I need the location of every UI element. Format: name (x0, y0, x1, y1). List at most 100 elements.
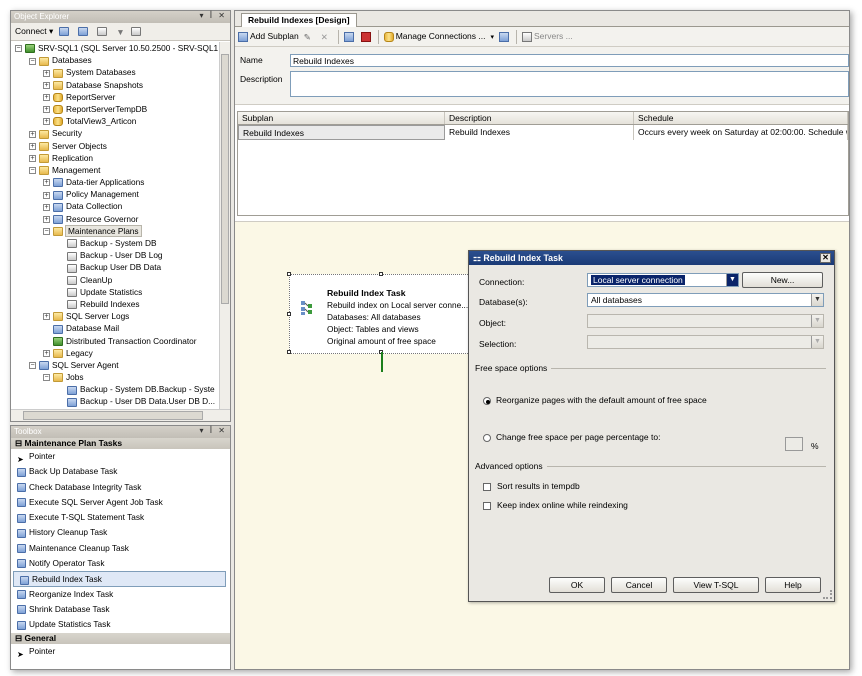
cell-subplan[interactable]: Rebuild Indexes (238, 125, 445, 140)
tree-node[interactable]: Rebuild Indexes (11, 298, 219, 310)
tree-node[interactable]: Backup User DB Data (11, 261, 219, 273)
toolbox-item[interactable]: Notify Operator Task (11, 556, 230, 571)
subplan-properties-icon[interactable] (343, 31, 354, 42)
tree-node[interactable]: + Data Collection (11, 200, 219, 212)
toolbox-group-maintenance[interactable]: ⊟ Maintenance Plan Tasks (11, 438, 230, 449)
view-tsql-button[interactable]: View T-SQL (673, 577, 759, 593)
toolbox-item[interactable]: Maintenance Cleanup Task (11, 541, 230, 556)
tree-node[interactable]: + System Databases (11, 66, 219, 78)
plan-name-field[interactable]: Rebuild Indexes (290, 54, 849, 67)
column-header-description[interactable]: Description (445, 112, 634, 124)
expand-icon[interactable]: + (29, 142, 36, 150)
expand-icon[interactable]: + (43, 118, 50, 126)
logging-icon[interactable] (498, 31, 509, 42)
servers-button[interactable]: Servers ... (521, 31, 573, 42)
ok-button[interactable]: OK (549, 577, 605, 593)
toolbox-item[interactable]: Shrink Database Task (11, 602, 230, 617)
expand-icon[interactable]: + (29, 155, 36, 162)
column-header-schedule[interactable]: Schedule (634, 112, 848, 124)
add-subplan-button[interactable]: Add Subplan (238, 31, 299, 42)
expand-icon[interactable]: + (43, 215, 50, 223)
tree-node[interactable]: + ReportServer (11, 91, 219, 103)
help-button[interactable]: Help (765, 577, 821, 593)
chevron-down-icon[interactable]: ▼ (811, 294, 823, 306)
toolbox-item[interactable]: ➤ Pointer (11, 644, 230, 659)
reorganize-default-radio[interactable]: Reorganize pages with the default amount… (483, 395, 707, 405)
tab-rebuild-indexes-design[interactable]: Rebuild Indexes [Design] (241, 13, 357, 27)
object-explorer-tree[interactable]: − SRV-SQL1 (SQL Server 10.50.2500 - SRV-S… (11, 42, 219, 409)
collapse-icon[interactable]: − (29, 362, 36, 370)
tree-node[interactable]: − Management (11, 164, 219, 176)
object-explorer-hscroll[interactable] (11, 409, 230, 421)
expand-icon[interactable]: + (43, 94, 50, 102)
tree-node[interactable]: + Security (11, 127, 219, 139)
toolbox-item[interactable]: Update Statistics Task (11, 617, 230, 632)
connection-select[interactable]: Local server connection ▼ (587, 273, 739, 287)
pane-window-buttons[interactable]: ▾ ꟾ ✕ (199, 426, 227, 435)
chevron-down-icon[interactable]: ▼ (726, 274, 738, 286)
tree-node[interactable]: − SRV-SQL1 (SQL Server 10.50.2500 - SRV-S… (11, 42, 219, 54)
toolbox-item[interactable]: Reorganize Index Task (11, 587, 230, 602)
table-row[interactable]: Rebuild Indexes Rebuild Indexes Occurs e… (238, 125, 848, 140)
expand-icon[interactable]: + (43, 203, 50, 211)
expand-icon[interactable]: + (43, 81, 50, 89)
resize-grip-icon[interactable] (823, 590, 832, 599)
tree-node[interactable]: + SQL Server Logs (11, 310, 219, 322)
delete-schedule-icon[interactable] (360, 31, 371, 42)
tree-node[interactable]: + Server Objects (11, 140, 219, 152)
delete-subplan-icon[interactable]: ✕ (321, 32, 331, 42)
tree-node[interactable]: Update Statistics (11, 286, 219, 298)
collapse-icon[interactable]: − (43, 228, 50, 236)
precedence-connector[interactable] (381, 352, 383, 372)
manage-connections-button[interactable]: Manage Connections ... (383, 31, 485, 42)
expand-icon[interactable]: + (29, 130, 36, 138)
cancel-button[interactable]: Cancel (611, 577, 667, 593)
expand-icon[interactable]: + (43, 313, 50, 321)
expand-icon[interactable]: + (43, 191, 50, 199)
tree-node[interactable]: + Data-tier Applications (11, 176, 219, 188)
tree-node[interactable]: Backup - System DB (11, 237, 219, 249)
toolbox-item[interactable]: History Cleanup Task (11, 525, 230, 540)
tree-node[interactable]: Backup - System DB.Backup - Syste (11, 383, 219, 395)
tree-node[interactable]: + Resource Governor (11, 213, 219, 225)
tree-node[interactable]: − Jobs (11, 371, 219, 383)
tree-node[interactable]: Backup - User DB Log (11, 249, 219, 261)
toolbox-item[interactable]: Check Database Integrity Task (11, 480, 230, 495)
edit-subplan-icon[interactable]: ✎ (304, 32, 314, 42)
object-explorer-vscroll[interactable] (219, 42, 230, 409)
refresh-icon[interactable] (130, 27, 141, 36)
tree-node[interactable]: Backup - User DB Data.User DB D... (11, 395, 219, 407)
tree-node[interactable]: + Legacy (11, 347, 219, 359)
cell-description[interactable]: Rebuild Indexes (445, 125, 634, 140)
tree-node[interactable]: CleanUp (11, 274, 219, 286)
tree-node[interactable]: + TotalView3_Articon (11, 115, 219, 127)
collapse-icon[interactable]: − (15, 45, 22, 53)
sort-in-tempdb-checkbox[interactable]: Sort results in tempdb (483, 481, 580, 491)
pane-window-buttons[interactable]: ▾ ꟾ ✕ (199, 11, 227, 20)
column-header-subplan[interactable]: Subplan (238, 112, 445, 124)
tree-node[interactable]: Database Mail (11, 322, 219, 334)
expand-icon[interactable]: + (43, 350, 50, 357)
tree-node[interactable]: − Databases (11, 54, 219, 66)
plan-description-field[interactable] (290, 71, 849, 97)
tree-node[interactable]: − Maintenance Plans (11, 224, 219, 237)
stop-icon[interactable] (97, 27, 108, 36)
toolbox-item[interactable]: Back Up Database Task (11, 464, 230, 479)
dropdown-arrow-icon[interactable]: ▾ (490, 33, 494, 41)
new-connection-button[interactable]: New... (742, 272, 823, 288)
tree-node[interactable]: + Replication (11, 152, 219, 164)
keep-index-online-checkbox[interactable]: Keep index online while reindexing (483, 500, 628, 510)
expand-icon[interactable]: + (43, 69, 50, 77)
change-free-space-radio[interactable]: Change free space per page percentage to… (483, 432, 660, 442)
toolbox-group-general[interactable]: ⊟ General (11, 632, 230, 644)
tree-node[interactable]: − SQL Server Agent (11, 359, 219, 371)
collapse-icon[interactable]: − (29, 167, 36, 175)
toolbox-item[interactable]: Rebuild Index Task (13, 571, 226, 587)
disconnect-icon[interactable] (78, 27, 89, 36)
filter-icon[interactable]: ▼ (116, 27, 124, 37)
collapse-icon[interactable]: − (29, 57, 36, 65)
connect-button[interactable]: Connect ▾ (15, 26, 53, 37)
connect-icon[interactable] (59, 27, 70, 36)
toolbox-item[interactable]: Execute T-SQL Statement Task (11, 510, 230, 525)
cell-schedule[interactable]: Occurs every week on Saturday at 02:00:0… (634, 125, 848, 140)
